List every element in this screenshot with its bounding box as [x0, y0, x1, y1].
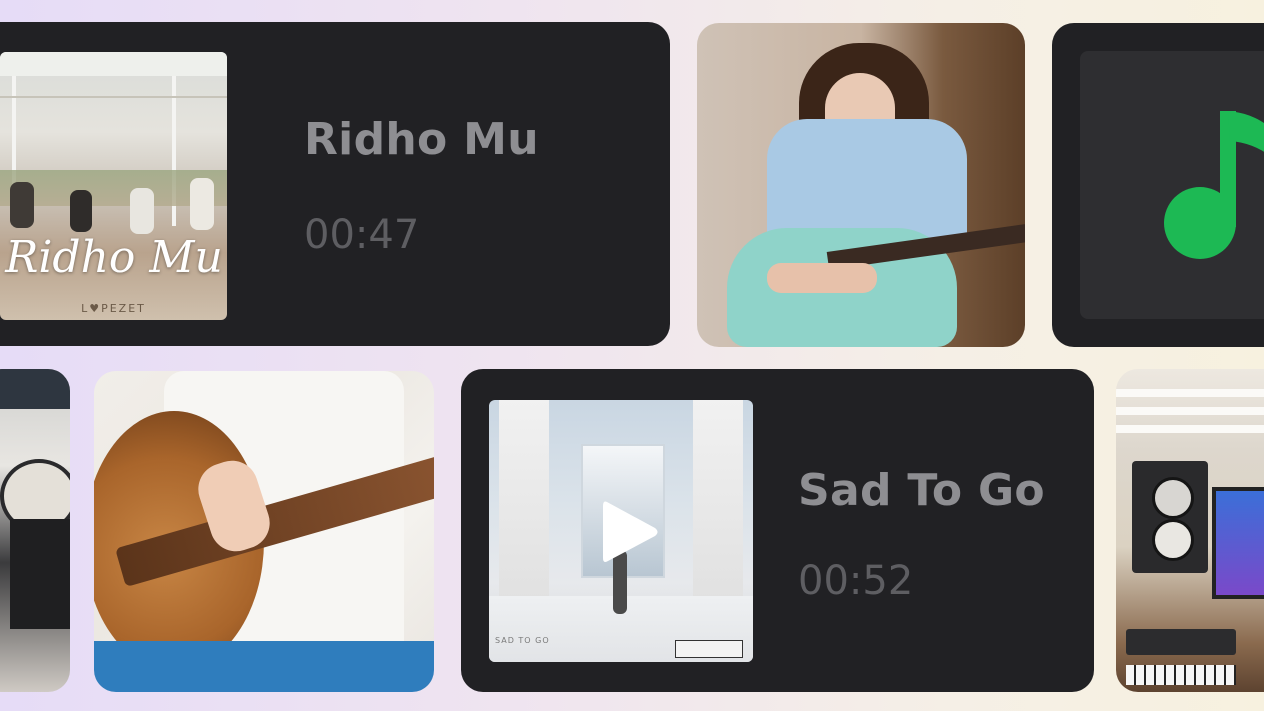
album-cover-ridho-mu: Ridho Mu L♥PEZET: [0, 52, 227, 320]
track-card-ridho-mu[interactable]: Ridho Mu L♥PEZET Ridho Mu 00:47: [0, 22, 670, 346]
album-cover-script-text: Ridho Mu: [5, 232, 223, 283]
track-title: Ridho Mu: [304, 114, 539, 165]
photo-studio[interactable]: [1116, 369, 1264, 692]
album-cover-sad-to-go: SAD TO GO: [489, 400, 753, 662]
album-cover-label: SAD TO GO: [495, 636, 550, 645]
track-card-no-cover[interactable]: [1052, 23, 1264, 347]
music-note-icon: [1164, 111, 1264, 259]
placeholder-cover: [1080, 51, 1264, 319]
track-card-sad-to-go[interactable]: SAD TO GO Sad To Go 00:52: [461, 369, 1094, 692]
play-icon[interactable]: [597, 496, 661, 568]
album-cover-logo: [675, 640, 743, 658]
photo-lute[interactable]: [94, 371, 434, 692]
track-duration: 00:47: [304, 212, 420, 258]
track-title: Sad To Go: [798, 465, 1045, 516]
photo-drums[interactable]: [0, 369, 70, 692]
track-duration: 00:52: [798, 558, 914, 604]
album-cover-brand: L♥PEZET: [81, 302, 146, 315]
photo-woman-guitar[interactable]: [697, 23, 1025, 347]
